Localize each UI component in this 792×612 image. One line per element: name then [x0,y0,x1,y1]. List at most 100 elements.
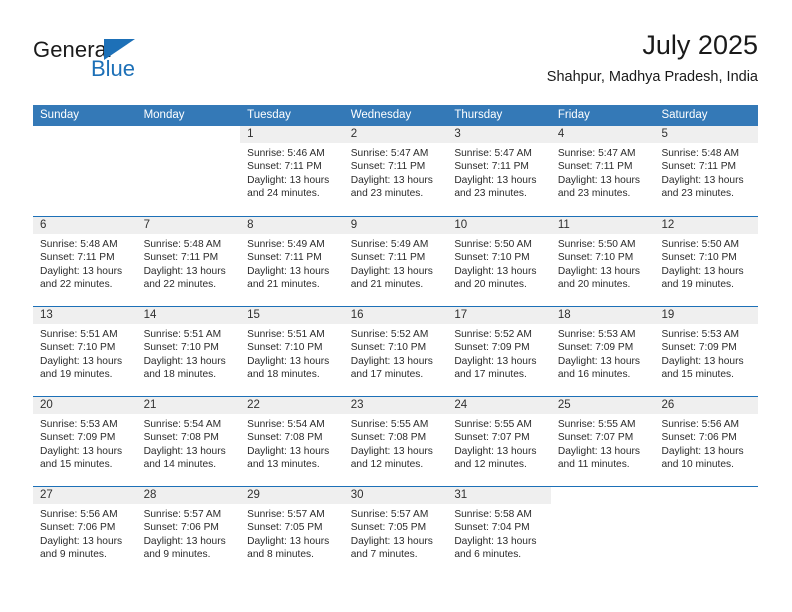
day-details: Sunrise: 5:56 AM Sunset: 7:06 PM Daylight:… [654,414,758,472]
calendar-day-cell[interactable]: 3 Sunrise: 5:47 AM Sunset: 7:11 PM Daylight… [447,126,551,216]
sunset-text: Sunset: 7:10 PM [247,342,323,354]
calendar-day-cell[interactable]: 29 Sunrise: 5:57 AM Sunset: 7:05 PM Dayligh… [240,487,344,576]
calendar-day-cell[interactable]: 19 Sunrise: 5:53 AM Sunset: 7:09 PM Dayligh… [654,307,759,396]
sunrise-text: Sunrise: 5:47 AM [557,148,636,159]
calendar-day-cell[interactable]: 31 Sunrise: 5:58 AM Sunset: 7:04 PM Dayligh… [447,487,551,576]
day-details: Sunrise: 5:50 AM Sunset: 7:10 PM Daylight:… [551,234,655,292]
calendar-day-cell[interactable]: 18 Sunrise: 5:53 AM Sunset: 7:09 PM Dayligh… [550,307,655,396]
sunrise-text: Sunrise: 5:47 AM [454,148,532,159]
sunrise-text: Sunrise: 5:56 AM [40,509,118,520]
day-number: 5 [661,128,668,140]
daylight-text-line1: Daylight: 13 hours [350,265,433,277]
day-details [137,143,241,147]
calendar-day-cell[interactable]: 10 Sunrise: 5:50 AM Sunset: 7:10 PM Dayligh… [447,217,551,306]
calendar-day-cell[interactable]: 23 Sunrise: 5:55 AM Sunset: 7:08 PM Dayligh… [343,397,448,486]
sunrise-text: Sunrise: 5:55 AM [454,419,532,430]
sunrise-text: Sunrise: 5:47 AM [350,148,429,159]
daylight-text-line1: Daylight: 13 hours [247,174,330,186]
day-details: Sunrise: 5:57 AM Sunset: 7:05 PM Daylight:… [344,504,448,562]
daylight-text-line2: and 15 minutes. [661,369,734,381]
day-details: Sunrise: 5:51 AM Sunset: 7:10 PM Daylight:… [137,324,241,382]
day-details [551,504,655,508]
day-details: Sunrise: 5:51 AM Sunset: 7:10 PM Daylight:… [33,324,137,382]
daylight-text-line2: and 20 minutes. [454,279,527,291]
daylight-text-line1: Daylight: 13 hours [40,355,123,367]
calendar-day-cell[interactable]: 12 Sunrise: 5:50 AM Sunset: 7:10 PM Dayligh… [654,217,759,306]
sunrise-text: Sunrise: 5:57 AM [143,509,222,520]
day-number: 17 [454,309,468,321]
calendar-day-cell[interactable]: 9 Sunrise: 5:49 AM Sunset: 7:11 PM Daylight… [343,217,448,306]
calendar-day-cell[interactable]: 27 Sunrise: 5:56 AM Sunset: 7:06 PM Dayligh… [33,487,137,576]
calendar-day-cell[interactable]: 1 Sunrise: 5:46 AM Sunset: 7:11 PM Daylight… [240,126,344,216]
title-block: July 2025 Shahpur, Madhya Pradesh, India [547,28,758,87]
calendar-day-cell[interactable]: 16 Sunrise: 5:52 AM Sunset: 7:10 PM Dayligh… [343,307,448,396]
calendar-day-cell[interactable]: 21 Sunrise: 5:54 AM Sunset: 7:08 PM Dayligh… [136,397,241,486]
calendar-day-cell[interactable]: 22 Sunrise: 5:54 AM Sunset: 7:08 PM Dayligh… [240,397,344,486]
daylight-text-line2: and 11 minutes. [557,459,630,471]
day-details: Sunrise: 5:48 AM Sunset: 7:11 PM Daylight:… [654,143,758,201]
daylight-text-line2: and 23 minutes. [454,188,527,200]
daylight-text-line2: and 10 minutes. [661,459,734,471]
daylight-text-line2: and 19 minutes. [661,279,734,291]
calendar-day-cell[interactable]: 4 Sunrise: 5:47 AM Sunset: 7:11 PM Daylight… [550,126,655,216]
calendar-day-cell[interactable]: 20 Sunrise: 5:53 AM Sunset: 7:09 PM Dayligh… [33,397,137,486]
daylight-text-line1: Daylight: 13 hours [661,174,744,186]
sunrise-text: Sunrise: 5:53 AM [557,329,636,340]
weekday-header-wednesday: Wednesday [350,109,412,121]
day-number-band [654,487,758,504]
day-number: 1 [247,128,254,140]
sunset-text: Sunset: 7:10 PM [661,252,737,264]
day-details: Sunrise: 5:47 AM Sunset: 7:11 PM Daylight:… [551,143,655,201]
day-number: 18 [557,309,571,321]
sunrise-text: Sunrise: 5:55 AM [557,419,636,430]
calendar-day-cell-empty [33,126,137,216]
daylight-text-line2: and 21 minutes. [350,279,424,291]
daylight-text-line2: and 8 minutes. [247,549,314,561]
sunrise-text: Sunrise: 5:50 AM [454,239,532,250]
sunset-text: Sunset: 7:09 PM [557,342,634,354]
sunrise-text: Sunrise: 5:50 AM [661,239,740,250]
day-number-band [343,126,448,143]
calendar-day-cell[interactable]: 24 Sunrise: 5:55 AM Sunset: 7:07 PM Dayligh… [447,397,551,486]
daylight-text-line1: Daylight: 13 hours [557,355,641,367]
daylight-text-line2: and 21 minutes. [247,279,320,291]
sunrise-text: Sunrise: 5:54 AM [143,419,222,430]
calendar-day-cell[interactable]: 2 Sunrise: 5:47 AM Sunset: 7:11 PM Daylight… [343,126,448,216]
calendar-day-cell[interactable]: 14 Sunrise: 5:51 AM Sunset: 7:10 PM Dayligh… [136,307,241,396]
sunset-text: Sunset: 7:11 PM [247,161,322,173]
daylight-text-line2: and 17 minutes. [454,369,527,381]
weekday-header-tuesday: Tuesday [247,109,291,121]
day-details: Sunrise: 5:50 AM Sunset: 7:10 PM Daylight:… [447,234,551,292]
daylight-text-line1: Daylight: 13 hours [557,265,641,277]
calendar-day-cell[interactable]: 8 Sunrise: 5:49 AM Sunset: 7:11 PM Daylight… [240,217,344,306]
page-title: July 2025 [642,30,758,60]
calendar-day-cell[interactable]: 30 Sunrise: 5:57 AM Sunset: 7:05 PM Dayligh… [343,487,448,576]
day-details: Sunrise: 5:57 AM Sunset: 7:06 PM Daylight:… [137,504,241,562]
brand-logo[interactable]: General Blue [33,38,233,90]
calendar-day-cell[interactable]: 17 Sunrise: 5:52 AM Sunset: 7:09 PM Dayligh… [447,307,551,396]
calendar-day-cell[interactable]: 28 Sunrise: 5:57 AM Sunset: 7:06 PM Dayligh… [136,487,241,576]
sunrise-text: Sunrise: 5:48 AM [143,239,222,250]
calendar-day-cell[interactable]: 5 Sunrise: 5:48 AM Sunset: 7:11 PM Daylight… [654,126,759,216]
sunrise-text: Sunrise: 5:57 AM [247,509,325,520]
calendar-day-cell[interactable]: 25 Sunrise: 5:55 AM Sunset: 7:07 PM Dayligh… [550,397,655,486]
calendar-day-cell[interactable]: 7 Sunrise: 5:48 AM Sunset: 7:11 PM Daylight… [136,217,241,306]
day-number: 20 [40,399,53,411]
sunset-text: Sunset: 7:11 PM [661,161,737,173]
day-number: 7 [143,219,150,231]
calendar-day-cell[interactable]: 6 Sunrise: 5:48 AM Sunset: 7:11 PM Daylight… [33,217,137,306]
daylight-text-line1: Daylight: 13 hours [247,265,330,277]
weekday-header-friday: Friday [557,109,590,121]
weekday-header-thursday: Thursday [454,109,503,121]
calendar-day-cell[interactable]: 13 Sunrise: 5:51 AM Sunset: 7:10 PM Dayligh… [33,307,137,396]
calendar-day-cell[interactable]: 15 Sunrise: 5:51 AM Sunset: 7:10 PM Dayligh… [240,307,344,396]
day-number: 2 [350,128,358,140]
daylight-text-line1: Daylight: 13 hours [454,445,537,457]
calendar-day-cell[interactable]: 11 Sunrise: 5:50 AM Sunset: 7:10 PM Dayligh… [550,217,655,306]
day-number: 4 [557,128,565,140]
daylight-text-line1: Daylight: 13 hours [454,535,537,547]
day-number: 6 [40,219,47,231]
sunrise-text: Sunrise: 5:55 AM [350,419,429,430]
calendar-day-cell[interactable]: 26 Sunrise: 5:56 AM Sunset: 7:06 PM Dayligh… [654,397,759,486]
day-details: Sunrise: 5:56 AM Sunset: 7:06 PM Daylight:… [33,504,137,562]
